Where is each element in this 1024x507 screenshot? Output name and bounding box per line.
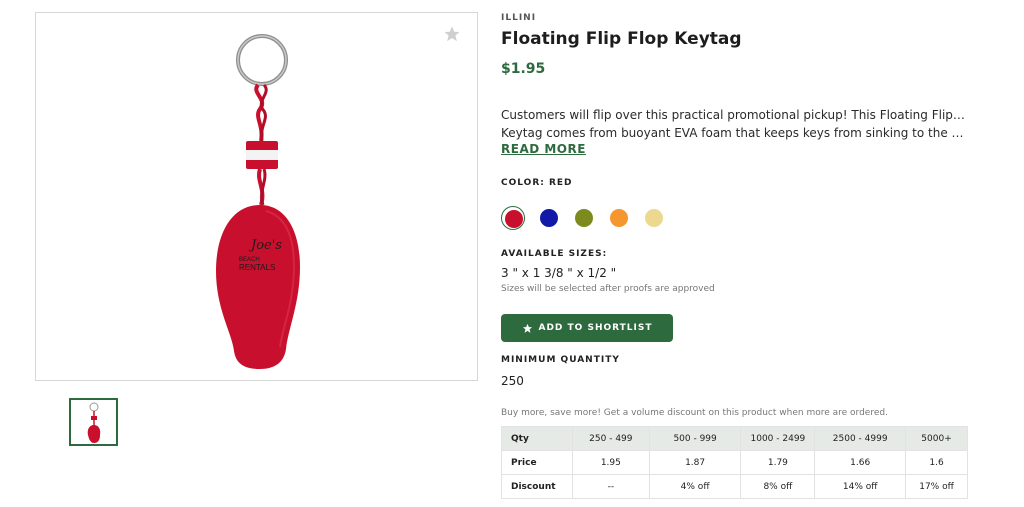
product-title: Floating Flip Flop Keytag [501, 29, 742, 49]
add-to-shortlist-button[interactable]: ADD TO SHORTLIST [501, 314, 673, 342]
qty-tier: 5000+ [905, 426, 968, 451]
discount-cell: -- [571, 474, 650, 499]
brand-label: ILLINI [501, 13, 537, 23]
thumbnail-keytag-image [87, 402, 101, 443]
swatch-blue[interactable] [537, 206, 561, 230]
pricing-table: Qty 250 - 499 500 - 999 1000 - 2499 2500… [501, 426, 968, 499]
discount-cell: 14% off [814, 474, 907, 499]
price-cell: 1.66 [814, 450, 907, 475]
discount-cell: 8% off [740, 474, 816, 499]
size-note: Sizes will be selected after proofs are … [501, 284, 715, 294]
add-to-shortlist-label: ADD TO SHORTLIST [538, 323, 653, 333]
price-row: Price 1.95 1.87 1.79 1.66 1.6 [501, 450, 968, 475]
color-label: COLOR: RED [501, 178, 573, 188]
minimum-quantity-label: MINIMUM QUANTITY [501, 355, 620, 365]
volume-discount-note: Buy more, save more! Get a volume discou… [501, 408, 888, 418]
price-cell: 1.6 [905, 450, 968, 475]
discount-cell: 4% off [648, 474, 742, 499]
product-price: $1.95 [501, 61, 546, 77]
swatch-olive[interactable] [572, 206, 596, 230]
imprint-logo-text: Joe's [248, 238, 282, 253]
swatch-red[interactable] [501, 206, 525, 230]
favorite-star-icon[interactable] [443, 25, 461, 43]
available-sizes-label: AVAILABLE SIZES: [501, 249, 608, 259]
flip-flop-keytag-image: Joe's BEACH RENTALS [216, 34, 300, 369]
price-cell: 1.79 [740, 450, 816, 475]
qty-tier: 250 - 499 [571, 426, 650, 451]
star-icon [522, 323, 533, 334]
discount-cell: 17% off [905, 474, 968, 499]
swatch-orange[interactable] [607, 206, 631, 230]
swatch-tan[interactable] [642, 206, 666, 230]
price-row-label: Price [501, 450, 573, 475]
price-cell: 1.87 [648, 450, 742, 475]
discount-row: Discount -- 4% off 8% off 14% off 17% of… [501, 474, 968, 499]
svg-text:RENTALS: RENTALS [239, 263, 275, 272]
minimum-quantity-value: 250 [501, 374, 524, 388]
qty-tier: 500 - 999 [648, 426, 742, 451]
product-description: Customers will flip over this practical … [501, 108, 967, 140]
qty-header: Qty [501, 426, 573, 451]
size-value: 3 " x 1 3/8 " x 1/2 " [501, 266, 617, 280]
product-thumbnail[interactable] [69, 398, 118, 446]
price-cell: 1.95 [571, 450, 650, 475]
qty-tier: 1000 - 2499 [740, 426, 816, 451]
discount-row-label: Discount [501, 474, 573, 499]
pricing-header-row: Qty 250 - 499 500 - 999 1000 - 2499 2500… [501, 426, 968, 451]
qty-tier: 2500 - 4999 [814, 426, 907, 451]
read-more-link[interactable]: READ MORE [501, 142, 586, 156]
main-product-image: Joe's BEACH RENTALS [35, 12, 478, 381]
